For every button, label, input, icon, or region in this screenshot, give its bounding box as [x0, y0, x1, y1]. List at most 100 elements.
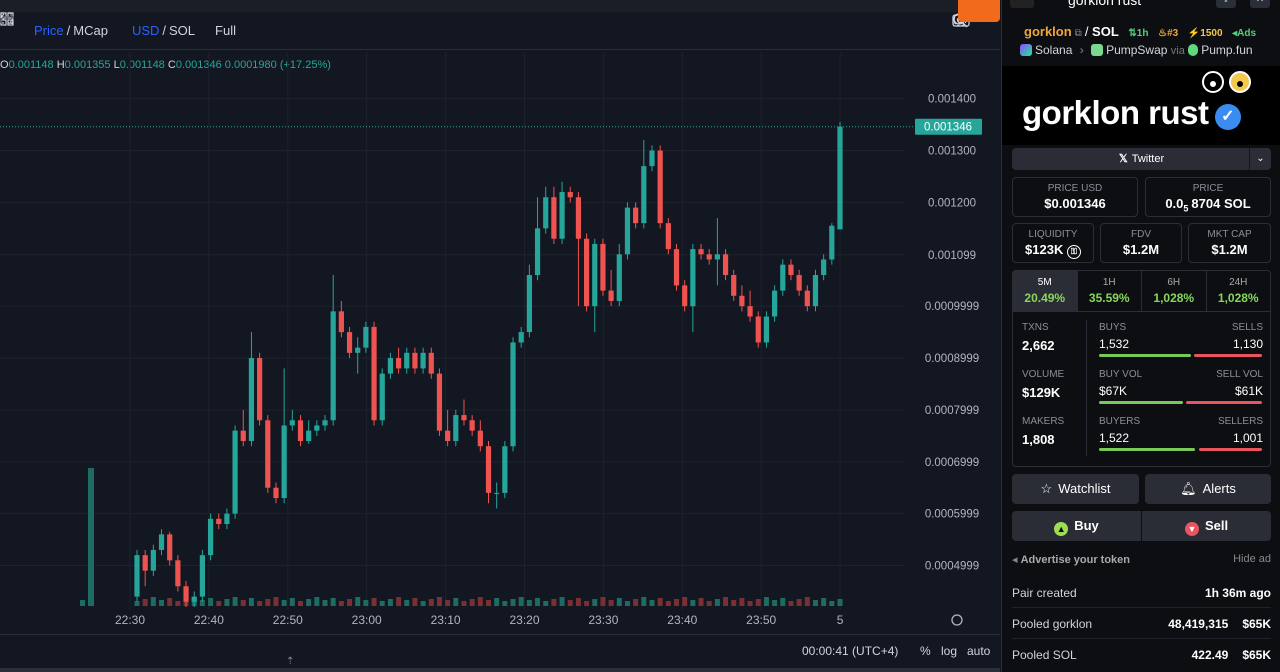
- candle-body: [772, 290, 778, 317]
- txns-row: TXNS 2,662 BUYS 1,532 SELLS 1,130: [1013, 312, 1272, 359]
- volume-bar: [739, 598, 745, 606]
- launchpad-name[interactable]: Pump.fun: [1201, 43, 1252, 57]
- price-usd-value: $0.001346: [1044, 196, 1106, 211]
- y-tick-label: 0.001300: [928, 146, 976, 158]
- candle-body: [722, 254, 729, 276]
- volume-bar: [821, 598, 827, 606]
- candle-body: [567, 192, 573, 198]
- hide-ad-link[interactable]: Hide ad: [1233, 553, 1271, 565]
- volume-bar: [510, 599, 516, 606]
- candle-body: [698, 249, 704, 255]
- copy-icon[interactable]: ⧉: [1075, 28, 1082, 39]
- y-tick-label: 0.0007999: [925, 405, 979, 417]
- tab-1h[interactable]: 1H 35.59%: [1078, 271, 1142, 311]
- candle-body: [690, 249, 696, 307]
- x-tick-label: 23:00: [352, 613, 382, 627]
- candle-body: [714, 254, 720, 260]
- volume-bar: [494, 598, 500, 606]
- volume-bar: [469, 599, 475, 606]
- candle-body: [583, 238, 590, 307]
- last-price-label: 0.001346: [924, 122, 972, 134]
- candle-body: [420, 352, 426, 369]
- chart-scrollbar[interactable]: [0, 668, 1000, 672]
- browser-tab-strip: [0, 0, 1000, 12]
- candlestick-chart[interactable]: 0.001400 0.001300 0.001200 0.001099 0.000999…: [0, 12, 1000, 634]
- volume-bar: [387, 599, 393, 606]
- candle-body: [575, 197, 582, 239]
- makers-value: 1,808: [1022, 432, 1055, 447]
- volume-bar: [322, 600, 328, 606]
- auto-scale-toggle[interactable]: auto: [967, 644, 990, 658]
- dex-name[interactable]: PumpSwap: [1106, 43, 1167, 57]
- volume-bar: [518, 597, 524, 606]
- volume-bar: [788, 601, 794, 606]
- rank-badge: ♨#3: [1158, 28, 1179, 39]
- candle-body: [837, 126, 843, 230]
- x-tick-label: 23:30: [588, 613, 618, 627]
- volume-bar: [641, 597, 647, 606]
- candle-body: [404, 352, 410, 369]
- tab-24h[interactable]: 24H 1,028%: [1207, 271, 1271, 311]
- candle-body: [216, 518, 222, 525]
- pooled-base-usd: $65K: [1242, 617, 1271, 631]
- volume-bar: [706, 601, 712, 606]
- candle-body: [682, 285, 688, 307]
- candle-body: [191, 596, 197, 602]
- y-tick-label: 0.001200: [928, 197, 976, 209]
- volume-bar: [281, 600, 287, 606]
- volume-bar: [502, 601, 508, 606]
- alerts-button[interactable]: 🔔︎ Alerts: [1145, 474, 1271, 504]
- twitter-button[interactable]: 𝕏 Twitter ⌄: [1012, 148, 1271, 170]
- volume-bar: [837, 599, 843, 606]
- volume-bar: [412, 598, 418, 606]
- volume-bar: [453, 598, 459, 606]
- volume-bar: [240, 600, 246, 606]
- sellers-value: 1,001: [1232, 431, 1263, 445]
- tab-5m[interactable]: 5M 20.49%: [1013, 271, 1078, 311]
- candle-body: [518, 332, 524, 343]
- volume-bar: [265, 599, 271, 606]
- close-icon[interactable]: ✕: [1250, 0, 1270, 8]
- trade-stats: TXNS 2,662 BUYS 1,532 SELLS 1,130 VOLUME…: [1012, 312, 1271, 467]
- candle-body: [346, 332, 353, 353]
- boost-badge: ⚡1500: [1187, 28, 1223, 39]
- log-scale-toggle[interactable]: log: [941, 644, 957, 658]
- sell-button[interactable]: ▼ Sell: [1142, 511, 1271, 541]
- buy-sell-buttons: ▲ Buy ▼ Sell: [1012, 511, 1271, 541]
- volume-bar: [216, 601, 222, 606]
- tab-6h[interactable]: 6H 1,028%: [1142, 271, 1207, 311]
- advertise-link[interactable]: Advertise your token: [1021, 554, 1130, 566]
- chart-area[interactable]: Price / MCap USD / SOL Full O0.001148 H0…: [0, 0, 1000, 672]
- buy-button[interactable]: ▲ Buy: [1012, 511, 1142, 541]
- candle-body: [248, 358, 255, 442]
- watchlist-button[interactable]: ☆ Watchlist: [1012, 474, 1139, 504]
- volume-bar: [150, 597, 156, 606]
- star-icon: ☆: [1040, 481, 1053, 496]
- share-icon[interactable]: ⇪: [1216, 0, 1236, 8]
- candle-body: [224, 513, 230, 525]
- x-tick-label: 5: [837, 613, 844, 627]
- price-sol-value: 0.05 8704 SOL: [1165, 196, 1251, 214]
- volume-bar: [461, 601, 467, 606]
- candle-body: [821, 259, 827, 276]
- chevron-down-icon[interactable]: ⌄: [1249, 148, 1271, 170]
- chain-name[interactable]: Solana: [1035, 43, 1072, 57]
- candle-body: [445, 430, 451, 442]
- candle-body: [297, 420, 304, 442]
- price-sol-box: PRICE 0.05 8704 SOL: [1145, 177, 1271, 217]
- volume-bar: [436, 597, 442, 606]
- candle-body: [363, 326, 369, 348]
- volume-bar: [559, 597, 565, 606]
- candle-body: [543, 197, 549, 229]
- candle-body: [265, 420, 271, 488]
- volume-value: $129K: [1022, 385, 1061, 400]
- candle-body: [731, 275, 737, 296]
- fdv-value: $1.2M: [1122, 242, 1160, 257]
- volume-bar: [486, 600, 491, 606]
- volume-bar: [371, 598, 377, 606]
- percent-scale-toggle[interactable]: %: [920, 644, 931, 658]
- scale-settings-icon[interactable]: [951, 614, 963, 626]
- volume-bar: [363, 600, 369, 606]
- candle-body: [199, 555, 205, 597]
- resize-handle[interactable]: ⇡: [286, 656, 294, 667]
